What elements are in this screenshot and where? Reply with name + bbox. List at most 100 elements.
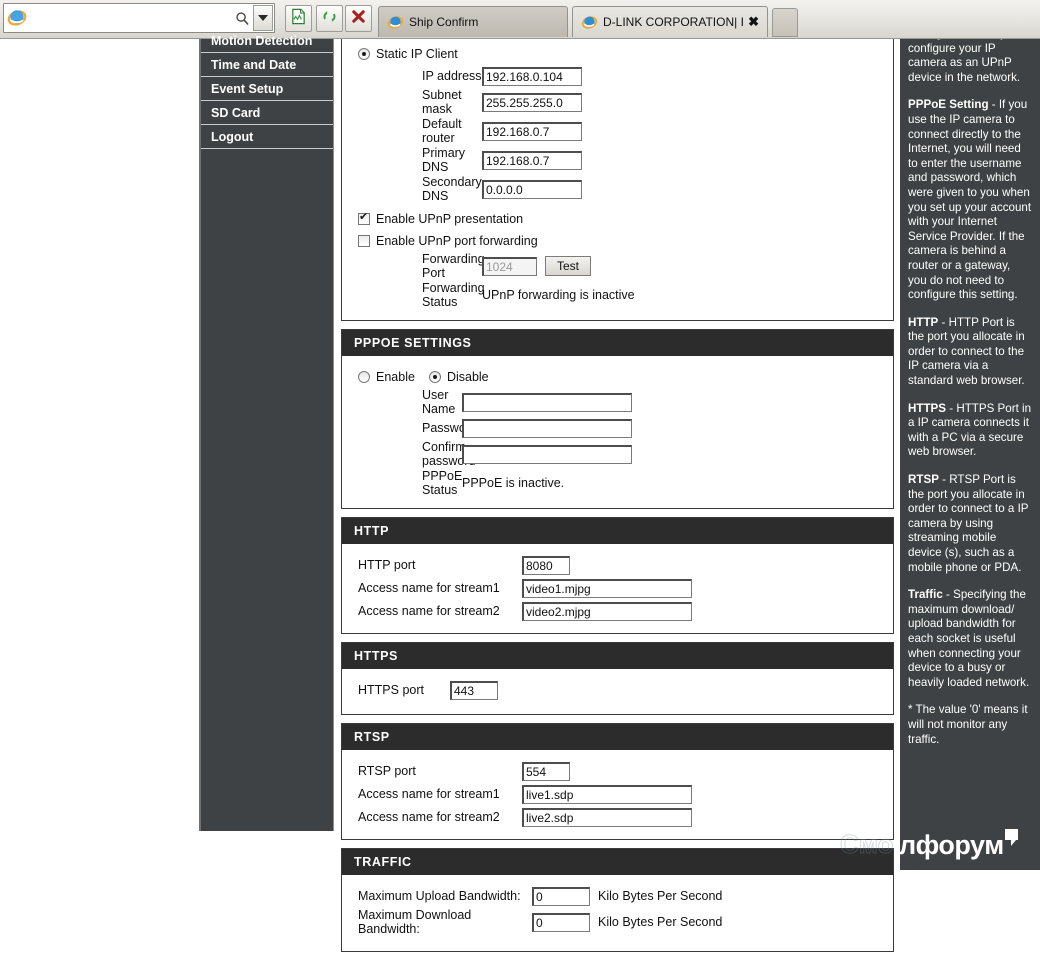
sidebar-item-event-setup[interactable]: Event Setup bbox=[201, 77, 335, 101]
browser-chrome: Ship Confirm D-LINK CORPORATION| INT... … bbox=[0, 0, 1040, 39]
field-http-stream1: Access name for stream1 bbox=[342, 577, 893, 599]
sidebar-item-logout[interactable]: Logout bbox=[201, 125, 335, 149]
page-body: Motion Detection Time and Date Event Set… bbox=[0, 34, 1040, 952]
new-tab-button[interactable] bbox=[772, 8, 798, 37]
field-rtsp-port: RTSP port bbox=[342, 760, 893, 782]
help-paragraph-upnp: settings will allow you to configure you… bbox=[908, 39, 1032, 84]
page-icon bbox=[290, 8, 307, 30]
field-label: RTSP port bbox=[358, 764, 416, 778]
radio-icon[interactable] bbox=[358, 371, 370, 383]
field-label: Access name for stream1 bbox=[358, 581, 500, 595]
pppoe-enable-disable-row[interactable]: Enable Disable bbox=[342, 366, 893, 388]
panel-http: HTTP HTTP port Access name for stream1 A… bbox=[341, 517, 894, 634]
field-label: Access name for stream2 bbox=[358, 810, 500, 824]
radio-icon[interactable] bbox=[428, 371, 441, 383]
help-paragraph-pppoe: PPPoE Setting - If you use the IP camera… bbox=[908, 98, 1032, 302]
field-label: Secondary DNS bbox=[422, 175, 482, 203]
secondary-dns-input[interactable] bbox=[482, 179, 582, 199]
stop-icon bbox=[350, 8, 367, 30]
field-pppoe-username: User Name bbox=[342, 388, 893, 416]
default-router-input[interactable] bbox=[482, 121, 582, 141]
panel-title: HTTPS bbox=[342, 643, 893, 671]
forwarding-port-input[interactable] bbox=[482, 256, 537, 276]
ip-address-input[interactable] bbox=[482, 66, 582, 86]
address-dropdown-button[interactable] bbox=[253, 5, 273, 31]
field-label: Access name for stream1 bbox=[358, 787, 500, 801]
field-label: HTTP port bbox=[358, 558, 416, 572]
field-pppoe-confirm-password: Confirm password bbox=[342, 440, 893, 468]
max-upload-bandwidth-input[interactable] bbox=[532, 886, 590, 906]
field-default-router: Default router bbox=[342, 117, 893, 145]
help-panel: settings will allow you to configure you… bbox=[900, 39, 1040, 831]
checkbox-icon[interactable] bbox=[358, 235, 370, 247]
field-label: Subnet mask bbox=[422, 88, 462, 116]
help-paragraph-traffic: Traffic - Specifying the maximum downloa… bbox=[908, 588, 1030, 689]
address-input[interactable] bbox=[28, 7, 231, 29]
upnp-port-forwarding-row[interactable]: Enable UPnP port forwarding bbox=[342, 230, 893, 252]
sidebar-item-label: Motion Detection bbox=[211, 34, 313, 48]
tab-ship-confirm[interactable]: Ship Confirm bbox=[378, 6, 568, 37]
help-paragraph-https: HTTPS - HTTPS Port in a IP camera connec… bbox=[908, 401, 1032, 459]
field-ip-address: IP address bbox=[342, 65, 893, 87]
field-http-port: HTTP port bbox=[342, 554, 893, 576]
pppoe-password-input[interactable] bbox=[462, 418, 632, 438]
help-paragraph-http: HTTP - HTTP Port is the port you allocat… bbox=[908, 315, 1025, 388]
sidebar-item-label: Logout bbox=[211, 130, 254, 144]
main-content: Static IP Client IP address Subnet mask … bbox=[333, 39, 900, 952]
left-gutter bbox=[0, 39, 199, 831]
rtsp-port-input[interactable] bbox=[522, 761, 570, 781]
upload-unit-label: Kilo Bytes Per Second bbox=[598, 889, 723, 903]
http-stream1-input[interactable] bbox=[522, 578, 692, 598]
page-button[interactable] bbox=[285, 5, 312, 32]
upnp-presentation-row[interactable]: Enable UPnP presentation bbox=[342, 208, 893, 230]
panel-title: HTTP bbox=[342, 518, 893, 546]
help-term-traffic: Traffic bbox=[908, 588, 943, 602]
max-download-bandwidth-input[interactable] bbox=[532, 912, 590, 932]
tab-dlink-corporation[interactable]: D-LINK CORPORATION| INT... ✖ bbox=[572, 6, 768, 37]
search-icon[interactable] bbox=[231, 5, 253, 31]
http-port-input[interactable] bbox=[522, 555, 570, 575]
rtsp-stream1-input[interactable] bbox=[522, 784, 692, 804]
test-button[interactable]: Test bbox=[545, 256, 592, 276]
refresh-button[interactable] bbox=[316, 5, 343, 32]
internet-explorer-logo-icon bbox=[387, 14, 404, 31]
radio-icon[interactable] bbox=[358, 48, 370, 60]
pppoe-confirm-password-input[interactable] bbox=[462, 444, 632, 464]
sidebar-item-time-and-date[interactable]: Time and Date bbox=[201, 53, 335, 77]
rtsp-stream2-input[interactable] bbox=[522, 807, 692, 827]
primary-dns-input[interactable] bbox=[482, 150, 582, 170]
stop-button[interactable] bbox=[345, 5, 372, 32]
sidebar-item-sd-card[interactable]: SD Card bbox=[201, 101, 335, 125]
internet-explorer-logo-icon bbox=[581, 14, 598, 31]
watermark-text: лфорум bbox=[899, 830, 1004, 860]
pppoe-enable-label: Enable bbox=[376, 370, 415, 384]
field-label: Maximum Download Bandwidth: bbox=[358, 908, 472, 936]
field-pppoe-password: Password bbox=[342, 417, 893, 439]
internet-explorer-logo-icon bbox=[6, 7, 28, 29]
checkbox-icon[interactable] bbox=[358, 211, 370, 225]
help-paragraph-rtsp: RTSP - RTSP Port is the port you allocat… bbox=[908, 473, 1029, 574]
static-ip-client-label: Static IP Client bbox=[376, 47, 458, 61]
static-ip-client-radio-row[interactable]: Static IP Client bbox=[342, 43, 893, 65]
field-label: Maximum Upload Bandwidth: bbox=[358, 889, 521, 903]
sidebar-item-motion-detection[interactable]: Motion Detection bbox=[201, 29, 335, 53]
close-icon[interactable]: ✖ bbox=[748, 14, 759, 30]
help-term-http: HTTP bbox=[908, 315, 939, 329]
pppoe-username-input[interactable] bbox=[462, 392, 632, 412]
field-https-port: HTTPS port bbox=[342, 679, 893, 701]
sidebar-item-label: Event Setup bbox=[211, 82, 284, 96]
http-stream2-input[interactable] bbox=[522, 601, 692, 621]
pppoe-disable-label: Disable bbox=[446, 370, 489, 384]
field-rtsp-stream1: Access name for stream1 bbox=[342, 783, 893, 805]
subnet-mask-input[interactable] bbox=[482, 92, 582, 112]
panel-title: PPPOE SETTINGS bbox=[342, 330, 893, 358]
field-label: IP address bbox=[422, 69, 482, 83]
help-term-pppoe: PPPoE Setting bbox=[908, 98, 989, 112]
field-label: HTTPS port bbox=[358, 683, 424, 697]
field-label: User Name bbox=[422, 388, 456, 416]
panel-network-setup: Static IP Client IP address Subnet mask … bbox=[341, 39, 894, 321]
panel-title: RTSP bbox=[342, 724, 893, 752]
panel-rtsp: RTSP RTSP port Access name for stream1 A… bbox=[341, 723, 894, 840]
https-port-input[interactable] bbox=[450, 680, 498, 700]
field-secondary-dns: Secondary DNS bbox=[342, 175, 893, 203]
